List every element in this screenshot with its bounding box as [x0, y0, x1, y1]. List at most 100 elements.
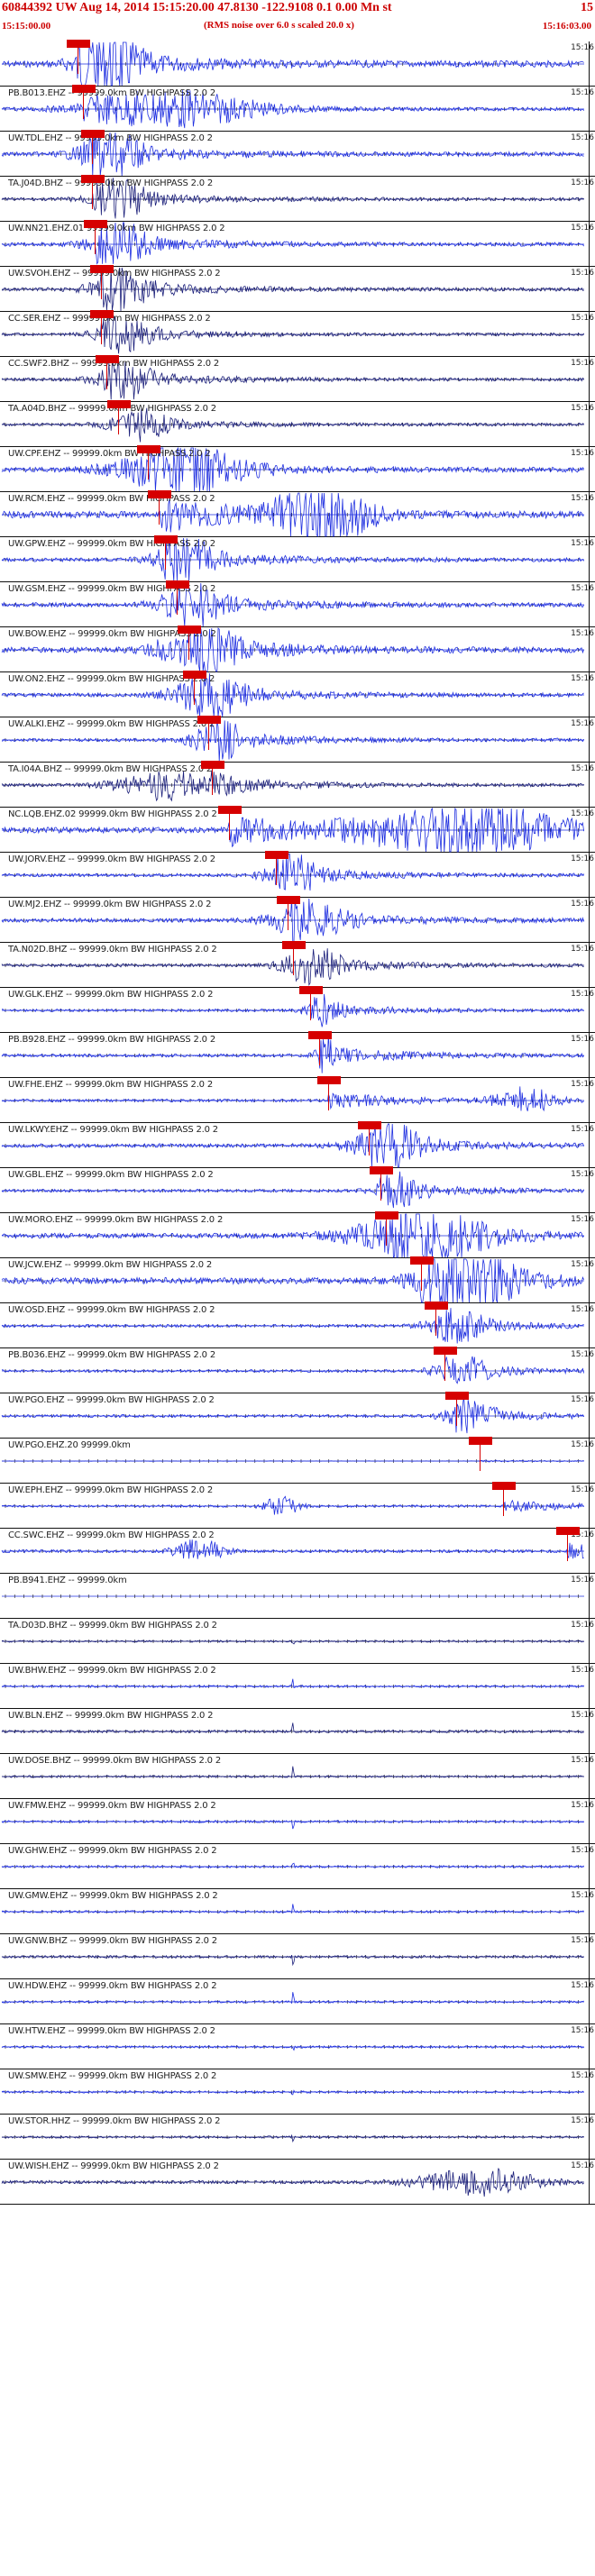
- pick-marker[interactable]: [425, 1302, 449, 1310]
- trace-time-label: 15:16: [571, 1576, 594, 1585]
- trace-row[interactable]: UW.BHW.EHZ -- 99999.0km BW HIGHPASS 2.0 …: [0, 1664, 595, 1709]
- pick-marker[interactable]: [410, 1256, 435, 1265]
- trace-row[interactable]: CC.SWF2.BHZ -- 99999.0km BW HIGHPASS 2.0…: [0, 355, 595, 402]
- right-border: [589, 1033, 590, 1078]
- pick-marker[interactable]: [165, 580, 189, 589]
- pick-marker[interactable]: [217, 806, 242, 814]
- pick-line: [386, 1219, 388, 1246]
- pick-marker[interactable]: [433, 1347, 457, 1355]
- pick-marker[interactable]: [316, 1076, 341, 1084]
- channel-label: PB.B013.EHZ -- 99999.0km BW HIGHPASS 2.0…: [8, 88, 215, 98]
- trace-row[interactable]: CC.SWC.EHZ -- 99999.0km BW HIGHPASS 2.0 …: [0, 1527, 595, 1574]
- pick-marker[interactable]: [197, 716, 222, 724]
- trace-row[interactable]: 15:16: [0, 40, 595, 87]
- pick-marker[interactable]: [200, 761, 224, 769]
- trace-time-label: 15:16: [571, 1350, 594, 1359]
- trace-row[interactable]: UW.EPH.EHZ -- 99999.0km BW HIGHPASS 2.0 …: [0, 1482, 595, 1529]
- trace-row[interactable]: UW.SVOH.EHZ -- 99999.0km BW HIGHPASS 2.0…: [0, 265, 595, 312]
- pick-marker[interactable]: [148, 490, 172, 498]
- pick-marker[interactable]: [96, 355, 120, 363]
- trace-row[interactable]: UW.GNW.BHZ -- 99999.0km BW HIGHPASS 2.0 …: [0, 1934, 595, 1979]
- seismic-trace: [2, 1495, 584, 1515]
- channel-label: TA.J04D.BHZ -- 99999.0km BW HIGHPASS 2.0…: [8, 178, 214, 188]
- trace-row[interactable]: UW.CPF.EHZ -- 99999.0km BW HIGHPASS 2.0 …: [0, 445, 595, 492]
- trace-row[interactable]: UW.GMW.EHZ -- 99999.0km BW HIGHPASS 2.0 …: [0, 1889, 595, 1934]
- channel-label: UW.GBL.EHZ -- 99999.0km BW HIGHPASS 2.0 …: [8, 1170, 214, 1180]
- trace-row[interactable]: UW.SMW.EHZ -- 99999.0km BW HIGHPASS 2.0 …: [0, 2069, 595, 2115]
- trace-row[interactable]: CC.SER.EHZ -- 99999.0km BW HIGHPASS 2.0 …: [0, 310, 595, 357]
- trace-row[interactable]: PB.B928.EHZ -- 99999.0km BW HIGHPASS 2.0…: [0, 1031, 595, 1078]
- pick-marker[interactable]: [375, 1211, 399, 1219]
- trace-row[interactable]: UW.FHE.EHZ -- 99999.0km BW HIGHPASS 2.0 …: [0, 1076, 595, 1123]
- pick-marker[interactable]: [72, 85, 96, 93]
- right-border: [589, 1213, 590, 1258]
- trace-row[interactable]: NC.LQB.EHZ.02 99999.0km BW HIGHPASS 2.0 …: [0, 806, 595, 853]
- trace-row[interactable]: UW.LKWY.EHZ -- 99999.0km BW HIGHPASS 2.0…: [0, 1121, 595, 1168]
- pick-marker[interactable]: [84, 220, 108, 228]
- trace-row[interactable]: UW.MORO.EHZ -- 99999.0km BW HIGHPASS 2.0…: [0, 1211, 595, 1258]
- trace-row[interactable]: UW.RCM.EHZ -- 99999.0km BW HIGHPASS 2.0 …: [0, 490, 595, 537]
- trace-row[interactable]: TA.D03D.BHZ -- 99999.0km BW HIGHPASS 2.0…: [0, 1619, 595, 1664]
- pick-marker[interactable]: [89, 310, 114, 318]
- trace-row[interactable]: UW.ON2.EHZ -- 99999.0km BW HIGHPASS 2.0 …: [0, 671, 595, 717]
- pick-marker[interactable]: [81, 130, 105, 138]
- trace-row[interactable]: TA.I04A.BHZ -- 99999.0km BW HIGHPASS 2.0…: [0, 761, 595, 808]
- trace-row[interactable]: TA.N02D.BHZ -- 99999.0km BW HIGHPASS 2.0…: [0, 941, 595, 988]
- channel-label: UW.FMW.EHZ -- 99999.0km BW HIGHPASS 2.0 …: [8, 1801, 216, 1811]
- pick-marker[interactable]: [264, 851, 288, 859]
- pick-marker[interactable]: [177, 626, 201, 634]
- trace-row[interactable]: UW.GBL.EHZ -- 99999.0km BW HIGHPASS 2.0 …: [0, 1166, 595, 1213]
- trace-row[interactable]: UW.JCW.EHZ -- 99999.0km BW HIGHPASS 2.0 …: [0, 1256, 595, 1303]
- trace-row[interactable]: UW.GHW.EHZ -- 99999.0km BW HIGHPASS 2.0 …: [0, 1844, 595, 1889]
- trace-row[interactable]: UW.HTW.EHZ -- 99999.0km BW HIGHPASS 2.0 …: [0, 2024, 595, 2069]
- trace-time-label: 15:16: [571, 1215, 594, 1224]
- trace-row[interactable]: UW.GPW.EHZ -- 99999.0km BW HIGHPASS 2.0 …: [0, 535, 595, 582]
- pick-marker[interactable]: [136, 445, 160, 453]
- pick-marker[interactable]: [468, 1437, 492, 1445]
- trace-row[interactable]: UW.TDL.EHZ -- 99999.0km BW HIGHPASS 2.0 …: [0, 130, 595, 177]
- pick-marker[interactable]: [183, 671, 207, 679]
- right-border: [589, 357, 590, 402]
- trace-row[interactable]: UW.STOR.HHZ -- 99999.0km BW HIGHPASS 2.0…: [0, 2115, 595, 2160]
- pick-marker[interactable]: [491, 1482, 516, 1490]
- pick-line: [92, 137, 94, 164]
- trace-row[interactable]: UW.PGO.EHZ.20 99999.0km 15:16: [0, 1437, 595, 1484]
- trace-row[interactable]: UW.ALKI.EHZ -- 99999.0km BW HIGHPASS 2.0…: [0, 716, 595, 763]
- trace-row[interactable]: PB.B036.EHZ -- 99999.0km BW HIGHPASS 2.0…: [0, 1347, 595, 1393]
- pick-line: [106, 362, 108, 389]
- trace-row[interactable]: TA.J04D.BHZ -- 99999.0km BW HIGHPASS 2.0…: [0, 175, 595, 222]
- trace-row[interactable]: TA.A04D.BHZ -- 99999.0km BW HIGHPASS 2.0…: [0, 400, 595, 447]
- trace-row[interactable]: PB.B941.EHZ -- 99999.0km 15:16: [0, 1574, 595, 1619]
- pick-marker[interactable]: [81, 175, 105, 183]
- pick-marker[interactable]: [107, 400, 132, 408]
- trace-row[interactable]: UW.OSD.EHZ -- 99999.0km BW HIGHPASS 2.0 …: [0, 1302, 595, 1348]
- trace-row[interactable]: UW.FMW.EHZ -- 99999.0km BW HIGHPASS 2.0 …: [0, 1799, 595, 1844]
- pick-marker[interactable]: [299, 986, 324, 994]
- pick-marker[interactable]: [357, 1121, 381, 1129]
- trace-row[interactable]: UW.HDW.EHZ -- 99999.0km BW HIGHPASS 2.0 …: [0, 1979, 595, 2024]
- pick-marker[interactable]: [89, 265, 114, 273]
- trace-row[interactable]: UW.WISH.EHZ -- 99999.0km BW HIGHPASS 2.0…: [0, 2160, 595, 2205]
- right-border: [589, 1844, 590, 1889]
- pick-marker[interactable]: [369, 1166, 393, 1174]
- pick-marker[interactable]: [153, 535, 178, 544]
- pick-marker[interactable]: [276, 896, 300, 904]
- trace-row[interactable]: UW.NN21.EHZ.01 99999.0km BW HIGHPASS 2.0…: [0, 220, 595, 267]
- trace-row[interactable]: PB.B013.EHZ -- 99999.0km BW HIGHPASS 2.0…: [0, 85, 595, 132]
- pick-marker[interactable]: [555, 1527, 580, 1535]
- trace-row[interactable]: UW.PGO.EHZ -- 99999.0km BW HIGHPASS 2.0 …: [0, 1392, 595, 1439]
- trace-row[interactable]: UW.GLK.EHZ -- 99999.0km BW HIGHPASS 2.0 …: [0, 986, 595, 1033]
- trace-row[interactable]: UW.JORV.EHZ -- 99999.0km BW HIGHPASS 2.0…: [0, 851, 595, 898]
- trace-row[interactable]: UW.MJ2.EHZ -- 99999.0km BW HIGHPASS 2.0 …: [0, 896, 595, 943]
- pick-marker[interactable]: [444, 1392, 469, 1400]
- trace-row[interactable]: UW.GSM.EHZ -- 99999.0km BW HIGHPASS 2.0 …: [0, 580, 595, 627]
- right-border: [589, 1709, 590, 1754]
- trace-row[interactable]: UW.BLN.EHZ -- 99999.0km BW HIGHPASS 2.0 …: [0, 1709, 595, 1754]
- pick-marker[interactable]: [282, 941, 306, 949]
- trace-row[interactable]: UW.DOSE.BHZ -- 99999.0km BW HIGHPASS 2.0…: [0, 1754, 595, 1799]
- seismic-trace: [1, 1766, 584, 1779]
- trace-row[interactable]: UW.BOW.EHZ -- 99999.0km BW HIGHPASS 2.0 …: [0, 626, 595, 672]
- pick-marker[interactable]: [66, 40, 90, 48]
- pick-marker[interactable]: [308, 1031, 333, 1039]
- right-border: [589, 1123, 590, 1168]
